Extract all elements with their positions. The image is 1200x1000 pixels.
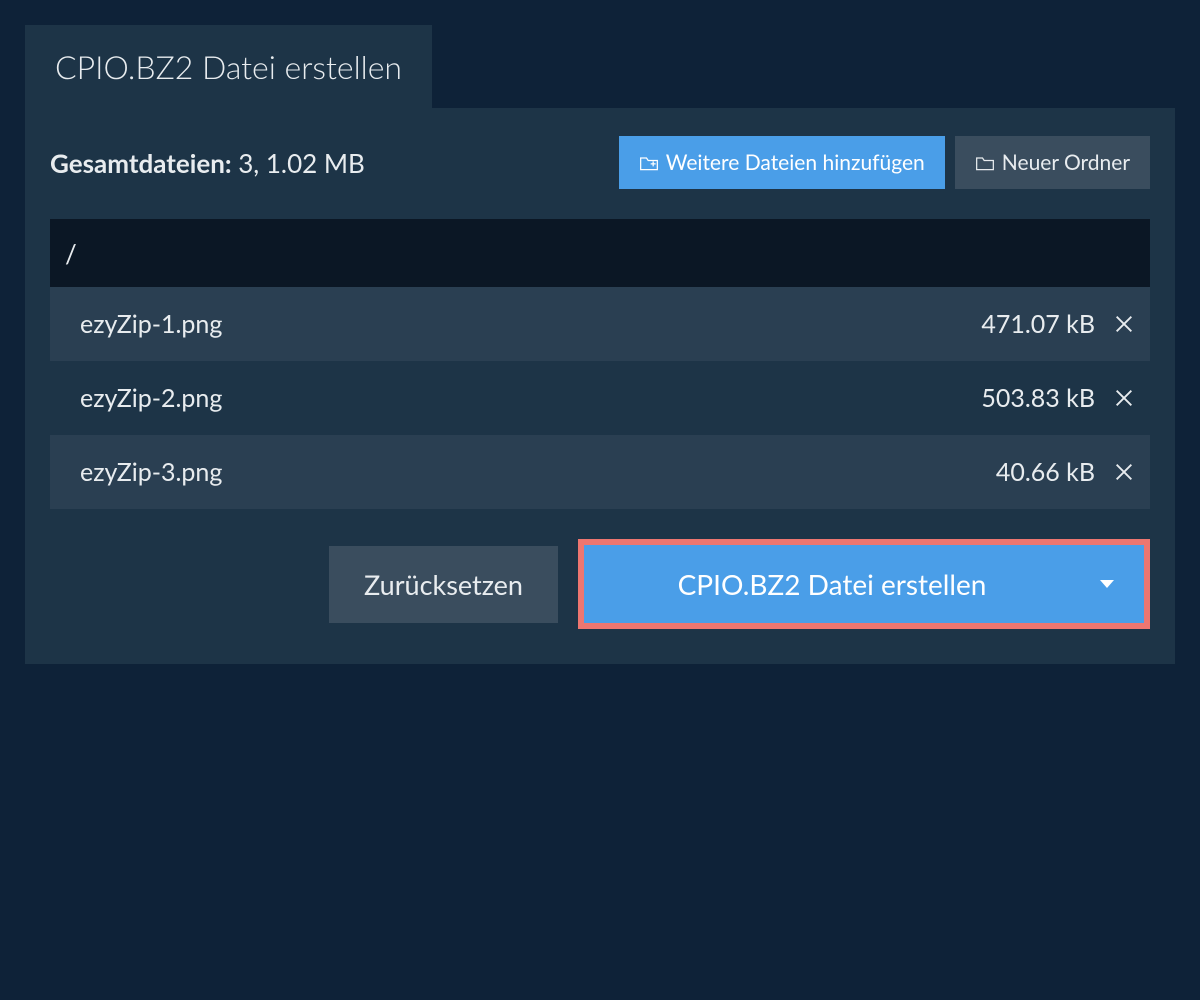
file-row[interactable]: ezyZip-2.png 503.83 kB [50, 361, 1150, 435]
new-folder-button[interactable]: Neuer Ordner [955, 136, 1150, 189]
create-archive-button[interactable]: CPIO.BZ2 Datei erstellen [584, 545, 1144, 623]
footer-actions: Zurücksetzen CPIO.BZ2 Datei erstellen [50, 539, 1150, 629]
create-button-label: CPIO.BZ2 Datei erstellen [614, 567, 1050, 601]
file-meta: 471.07 kB [981, 309, 1135, 339]
add-files-button[interactable]: Weitere Dateien hinzufügen [619, 136, 945, 189]
app-container: CPIO.BZ2 Datei erstellen Gesamtdateien: … [0, 0, 1200, 664]
file-name: ezyZip-2.png [80, 383, 222, 413]
file-size: 503.83 kB [981, 383, 1095, 413]
close-icon[interactable] [1113, 387, 1135, 409]
tab-title[interactable]: CPIO.BZ2 Datei erstellen [25, 25, 432, 108]
create-button-highlight: CPIO.BZ2 Datei erstellen [578, 539, 1150, 629]
file-meta: 40.66 kB [996, 457, 1135, 487]
file-name: ezyZip-3.png [80, 457, 222, 487]
summary-label: Gesamtdateien: [50, 147, 232, 179]
close-icon[interactable] [1113, 461, 1135, 483]
folder-plus-icon [639, 154, 659, 172]
main-panel: Gesamtdateien: 3, 1.02 MB Weitere Dateie… [25, 108, 1175, 664]
file-row[interactable]: ezyZip-1.png 471.07 kB [50, 287, 1150, 361]
add-files-label: Weitere Dateien hinzufügen [666, 150, 925, 175]
current-path[interactable]: / [50, 219, 1150, 287]
new-folder-label: Neuer Ordner [1002, 150, 1130, 175]
close-icon[interactable] [1113, 313, 1135, 335]
reset-button[interactable]: Zurücksetzen [329, 546, 558, 623]
file-list: / ezyZip-1.png 471.07 kB ezyZip-2.png 503.8… [50, 219, 1150, 509]
toolbar: Gesamtdateien: 3, 1.02 MB Weitere Dateie… [50, 136, 1150, 189]
file-meta: 503.83 kB [981, 383, 1135, 413]
file-size: 471.07 kB [981, 309, 1095, 339]
file-row[interactable]: ezyZip-3.png 40.66 kB [50, 435, 1150, 509]
caret-down-icon [1100, 580, 1114, 588]
file-name: ezyZip-1.png [80, 309, 222, 339]
folder-icon [975, 154, 995, 172]
file-size: 40.66 kB [996, 457, 1095, 487]
summary-value: 3, 1.02 MB [238, 147, 365, 179]
file-summary: Gesamtdateien: 3, 1.02 MB [50, 147, 365, 179]
toolbar-buttons: Weitere Dateien hinzufügen Neuer Ordner [619, 136, 1150, 189]
